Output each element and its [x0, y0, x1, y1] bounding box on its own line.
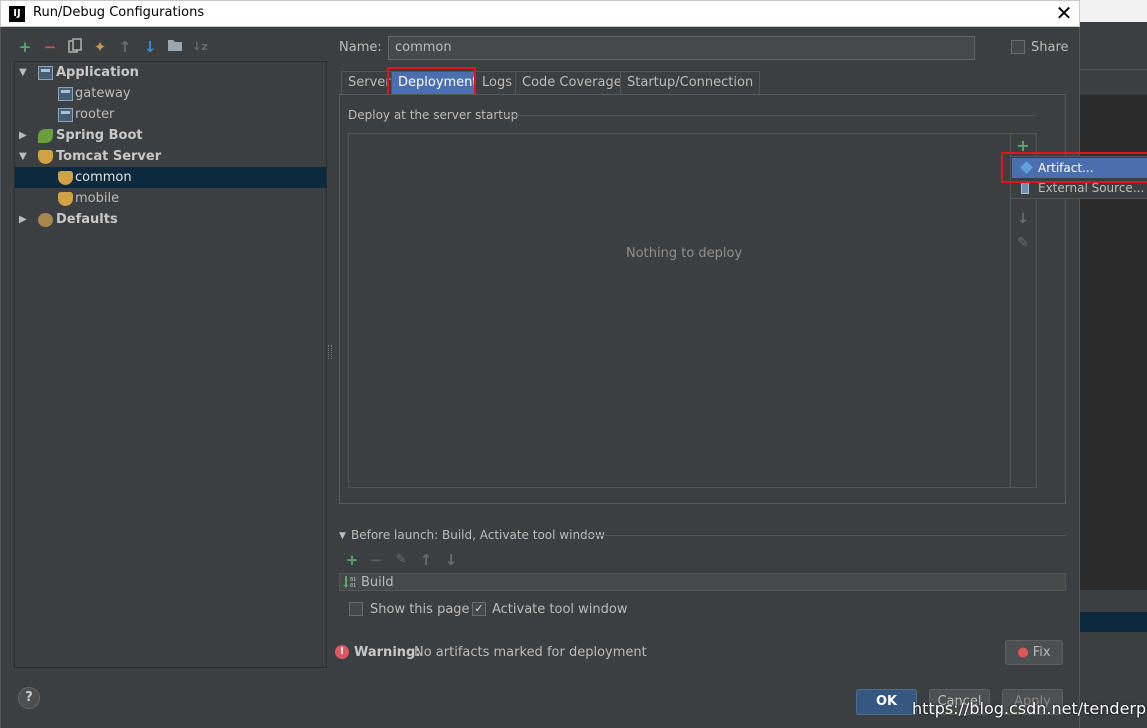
tree-label: gateway [75, 86, 131, 101]
section-divider [582, 535, 1066, 536]
tree-item-spring-boot[interactable]: ▶ Spring Boot [15, 125, 326, 146]
remove-icon[interactable]: − [367, 551, 385, 569]
splitter-handle[interactable] [328, 345, 332, 359]
application-icon [58, 108, 73, 122]
tree-item-defaults[interactable]: ▶ Defaults [15, 209, 326, 230]
tree-item-application[interactable]: ▼ Application [15, 62, 326, 83]
fix-label: Fix [1032, 645, 1051, 660]
show-page-label: Show this page [370, 602, 470, 617]
before-launch-label[interactable]: Before launch: Build, Activate tool wind… [351, 528, 605, 542]
tab-code-coverage[interactable]: Code Coverage [515, 71, 629, 95]
svg-text:01: 01 [350, 583, 356, 589]
background-ide-strip [1080, 0, 1147, 728]
deploy-section-title: Deploy at the server startup [348, 108, 519, 122]
sort-icon[interactable]: ↓z [191, 38, 209, 56]
tree-label: rooter [75, 107, 115, 122]
show-page-checkbox[interactable] [349, 602, 363, 616]
watermark: https://blog.csdn.net/tenderpuss [912, 699, 1147, 718]
move-down-icon[interactable]: ↓ [442, 551, 460, 569]
close-icon[interactable]: ✕ [1053, 2, 1075, 24]
collapse-arrow-icon[interactable]: ▶ [19, 209, 31, 230]
tree-label: Defaults [56, 212, 118, 227]
edit-defaults-icon[interactable]: ✦ [91, 38, 109, 56]
tree-item-gateway[interactable]: gateway [15, 83, 326, 104]
tree-item-common[interactable]: common [15, 167, 326, 188]
collapse-arrow-icon[interactable]: ▼ [339, 531, 346, 541]
tree-label: mobile [75, 191, 120, 206]
deploy-list[interactable] [348, 133, 1011, 488]
activate-tool-window-label: Activate tool window [492, 602, 628, 617]
tab-startup-connection[interactable]: Startup/Connection [620, 71, 761, 95]
remove-icon[interactable]: − [41, 38, 59, 56]
build-icon: 01 01 [343, 575, 357, 589]
warning-icon: ! [335, 645, 349, 659]
copy-icon[interactable] [66, 38, 84, 56]
ok-button[interactable]: OK [856, 689, 917, 715]
menu-item-label: External Source... [1038, 181, 1145, 195]
tomcat-icon [38, 150, 53, 164]
tree-item-tomcat-server[interactable]: ▼ Tomcat Server [15, 146, 326, 167]
add-icon[interactable]: + [16, 38, 34, 56]
section-divider [500, 115, 1036, 116]
share-checkbox[interactable] [1011, 40, 1025, 54]
annotation-highlight-box [1001, 152, 1147, 183]
defaults-icon [38, 213, 53, 227]
name-input[interactable]: common [388, 36, 975, 60]
tree-label: Spring Boot [56, 128, 143, 143]
edit-icon[interactable]: ✎ [392, 551, 410, 569]
background-toolbar [1080, 42, 1147, 70]
move-up-icon[interactable]: ↑ [116, 38, 134, 56]
tree-item-rooter[interactable]: rooter [15, 104, 326, 125]
share-label: Share [1031, 40, 1069, 55]
expand-arrow-icon[interactable]: ▼ [19, 62, 31, 83]
spring-boot-icon [38, 129, 53, 143]
help-button[interactable]: ? [18, 687, 40, 709]
expand-arrow-icon[interactable]: ▼ [19, 146, 31, 167]
config-tree: ▼ Application gateway rooter ▶ Spring Bo… [14, 61, 327, 668]
external-source-icon [1021, 182, 1029, 194]
tomcat-icon [58, 192, 73, 206]
fix-button[interactable]: ● Fix [1005, 640, 1063, 665]
move-down-icon[interactable]: ↓ [141, 38, 159, 56]
tree-label: Application [56, 65, 139, 80]
activate-tool-window-checkbox[interactable]: ✓ [472, 602, 486, 616]
tree-item-mobile[interactable]: mobile [15, 188, 326, 209]
move-up-icon[interactable]: ↑ [417, 551, 435, 569]
collapse-arrow-icon[interactable]: ▶ [19, 125, 31, 146]
application-icon [58, 87, 73, 101]
folder-icon[interactable] [166, 38, 184, 56]
background-header [1080, 0, 1147, 22]
application-icon [38, 66, 53, 80]
edit-icon[interactable]: ✎ [1013, 235, 1033, 251]
window-title: Run/Debug Configurations [33, 5, 205, 20]
before-launch-list [339, 573, 1066, 591]
tab-logs[interactable]: Logs [475, 71, 519, 95]
list-item[interactable]: Build [361, 575, 394, 590]
tomcat-icon [58, 171, 73, 185]
name-label: Name: [339, 40, 382, 55]
tree-label: common [75, 170, 132, 185]
warning-text: No artifacts marked for deployment [414, 645, 647, 660]
move-down-icon[interactable]: ↓ [1013, 211, 1033, 227]
app-logo-icon: IJ [9, 6, 25, 22]
background-selection [1080, 612, 1147, 632]
add-icon[interactable]: + [343, 551, 361, 569]
tree-label: Tomcat Server [56, 149, 162, 164]
title-bar: IJ Run/Debug Configurations ✕ [0, 0, 1080, 27]
empty-deploy-text: Nothing to deploy [626, 246, 743, 261]
lightbulb-icon: ● [1017, 645, 1029, 660]
warning-title: Warning: [354, 645, 421, 660]
